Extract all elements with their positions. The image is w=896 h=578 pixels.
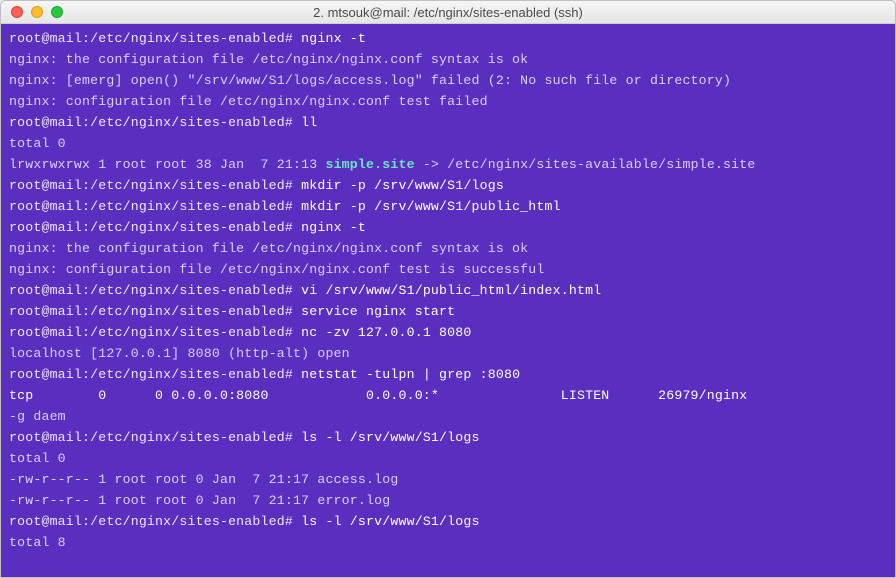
terminal-command-line: root@mail:/etc/nginx/sites-enabled# ls -… bbox=[9, 427, 887, 448]
terminal-output-line: nginx: configuration file /etc/nginx/ngi… bbox=[9, 91, 887, 112]
terminal-output: nginx: the configuration file /etc/nginx… bbox=[9, 241, 528, 256]
terminal-output: localhost [127.0.0.1] 8080 (http-alt) op… bbox=[9, 346, 350, 361]
terminal-output: total 8 bbox=[9, 535, 66, 550]
terminal-output: nginx: configuration file /etc/nginx/ngi… bbox=[9, 94, 488, 109]
shell-prompt: root@mail:/etc/nginx/sites-enabled# bbox=[9, 31, 293, 46]
terminal-command-line: root@mail:/etc/nginx/sites-enabled# serv… bbox=[9, 301, 887, 322]
symlink-target: -> /etc/nginx/sites-available/simple.sit… bbox=[415, 157, 756, 172]
terminal-command-line: root@mail:/etc/nginx/sites-enabled# ngin… bbox=[9, 28, 887, 49]
terminal-output-line: -g daem bbox=[9, 406, 887, 427]
titlebar: 2. mtsouk@mail: /etc/nginx/sites-enabled… bbox=[1, 1, 895, 24]
terminal-command-line: root@mail:/etc/nginx/sites-enabled# ll bbox=[9, 112, 887, 133]
terminal-command-line: root@mail:/etc/nginx/sites-enabled# nc -… bbox=[9, 322, 887, 343]
terminal-output-line: tcp 0 0 0.0.0.0:8080 0.0.0.0:* LISTEN 26… bbox=[9, 385, 887, 406]
terminal-output-line: nginx: the configuration file /etc/nginx… bbox=[9, 49, 887, 70]
terminal-output: -g daem bbox=[9, 409, 66, 424]
shell-prompt: root@mail:/etc/nginx/sites-enabled# bbox=[9, 115, 293, 130]
shell-command: ls -l /srv/www/S1/logs bbox=[301, 514, 480, 529]
shell-prompt: root@mail:/etc/nginx/sites-enabled# bbox=[9, 367, 293, 382]
terminal-output-line: localhost [127.0.0.1] 8080 (http-alt) op… bbox=[9, 343, 887, 364]
shell-prompt: root@mail:/etc/nginx/sites-enabled# bbox=[9, 178, 293, 193]
shell-command: nc -zv 127.0.0.1 8080 bbox=[301, 325, 471, 340]
terminal-body[interactable]: root@mail:/etc/nginx/sites-enabled# ngin… bbox=[1, 24, 895, 577]
terminal-output-line: total 0 bbox=[9, 448, 887, 469]
shell-command: service nginx start bbox=[301, 304, 455, 319]
terminal-command-line: root@mail:/etc/nginx/sites-enabled# mkdi… bbox=[9, 175, 887, 196]
terminal-command-line: root@mail:/etc/nginx/sites-enabled# vi /… bbox=[9, 280, 887, 301]
zoom-icon[interactable] bbox=[51, 6, 63, 18]
terminal-output-line: nginx: [emerg] open() "/srv/www/S1/logs/… bbox=[9, 70, 887, 91]
shell-prompt: root@mail:/etc/nginx/sites-enabled# bbox=[9, 430, 293, 445]
terminal-output: -rw-r--r-- 1 root root 0 Jan 7 21:17 err… bbox=[9, 493, 390, 508]
shell-command: ls -l /srv/www/S1/logs bbox=[301, 430, 480, 445]
ls-entry-perms: lrwxrwxrwx 1 root root 38 Jan 7 21:13 bbox=[9, 157, 325, 172]
terminal-output-line: -rw-r--r-- 1 root root 0 Jan 7 21:17 err… bbox=[9, 490, 887, 511]
terminal-command-line: root@mail:/etc/nginx/sites-enabled# ls -… bbox=[9, 511, 887, 532]
window-title: 2. mtsouk@mail: /etc/nginx/sites-enabled… bbox=[1, 2, 895, 23]
close-icon[interactable] bbox=[11, 6, 23, 18]
terminal-window: 2. mtsouk@mail: /etc/nginx/sites-enabled… bbox=[0, 0, 896, 578]
netstat-line: tcp 0 0 0.0.0.0:8080 0.0.0.0:* LISTEN 26… bbox=[9, 388, 755, 403]
terminal-output: nginx: [emerg] open() "/srv/www/S1/logs/… bbox=[9, 73, 731, 88]
shell-prompt: root@mail:/etc/nginx/sites-enabled# bbox=[9, 220, 293, 235]
terminal-output-line: -rw-r--r-- 1 root root 0 Jan 7 21:17 acc… bbox=[9, 469, 887, 490]
shell-command: mkdir -p /srv/www/S1/public_html bbox=[301, 199, 561, 214]
terminal-output: nginx: the configuration file /etc/nginx… bbox=[9, 52, 528, 67]
terminal-output-line: lrwxrwxrwx 1 root root 38 Jan 7 21:13 si… bbox=[9, 154, 887, 175]
terminal-output: nginx: configuration file /etc/nginx/ngi… bbox=[9, 262, 545, 277]
shell-prompt: root@mail:/etc/nginx/sites-enabled# bbox=[9, 304, 293, 319]
shell-command: netstat -tulpn | grep :8080 bbox=[301, 367, 520, 382]
shell-command: ll bbox=[301, 115, 317, 130]
terminal-output: -rw-r--r-- 1 root root 0 Jan 7 21:17 acc… bbox=[9, 472, 398, 487]
window-controls bbox=[11, 6, 63, 18]
terminal-output-line: total 0 bbox=[9, 133, 887, 154]
terminal-output-line: nginx: the configuration file /etc/nginx… bbox=[9, 238, 887, 259]
terminal-command-line: root@mail:/etc/nginx/sites-enabled# ngin… bbox=[9, 217, 887, 238]
shell-prompt: root@mail:/etc/nginx/sites-enabled# bbox=[9, 325, 293, 340]
shell-command: nginx -t bbox=[301, 220, 366, 235]
shell-prompt: root@mail:/etc/nginx/sites-enabled# bbox=[9, 283, 293, 298]
shell-prompt: root@mail:/etc/nginx/sites-enabled# bbox=[9, 199, 293, 214]
shell-command: vi /srv/www/S1/public_html/index.html bbox=[301, 283, 601, 298]
symlink-name: simple.site bbox=[325, 157, 414, 172]
terminal-output: total 0 bbox=[9, 136, 66, 151]
minimize-icon[interactable] bbox=[31, 6, 43, 18]
terminal-output-line: total 8 bbox=[9, 532, 887, 553]
terminal-command-line: root@mail:/etc/nginx/sites-enabled# nets… bbox=[9, 364, 887, 385]
terminal-output-line: nginx: configuration file /etc/nginx/ngi… bbox=[9, 259, 887, 280]
shell-command: nginx -t bbox=[301, 31, 366, 46]
shell-command: mkdir -p /srv/www/S1/logs bbox=[301, 178, 504, 193]
terminal-command-line: root@mail:/etc/nginx/sites-enabled# mkdi… bbox=[9, 196, 887, 217]
terminal-output: total 0 bbox=[9, 451, 66, 466]
shell-prompt: root@mail:/etc/nginx/sites-enabled# bbox=[9, 514, 293, 529]
